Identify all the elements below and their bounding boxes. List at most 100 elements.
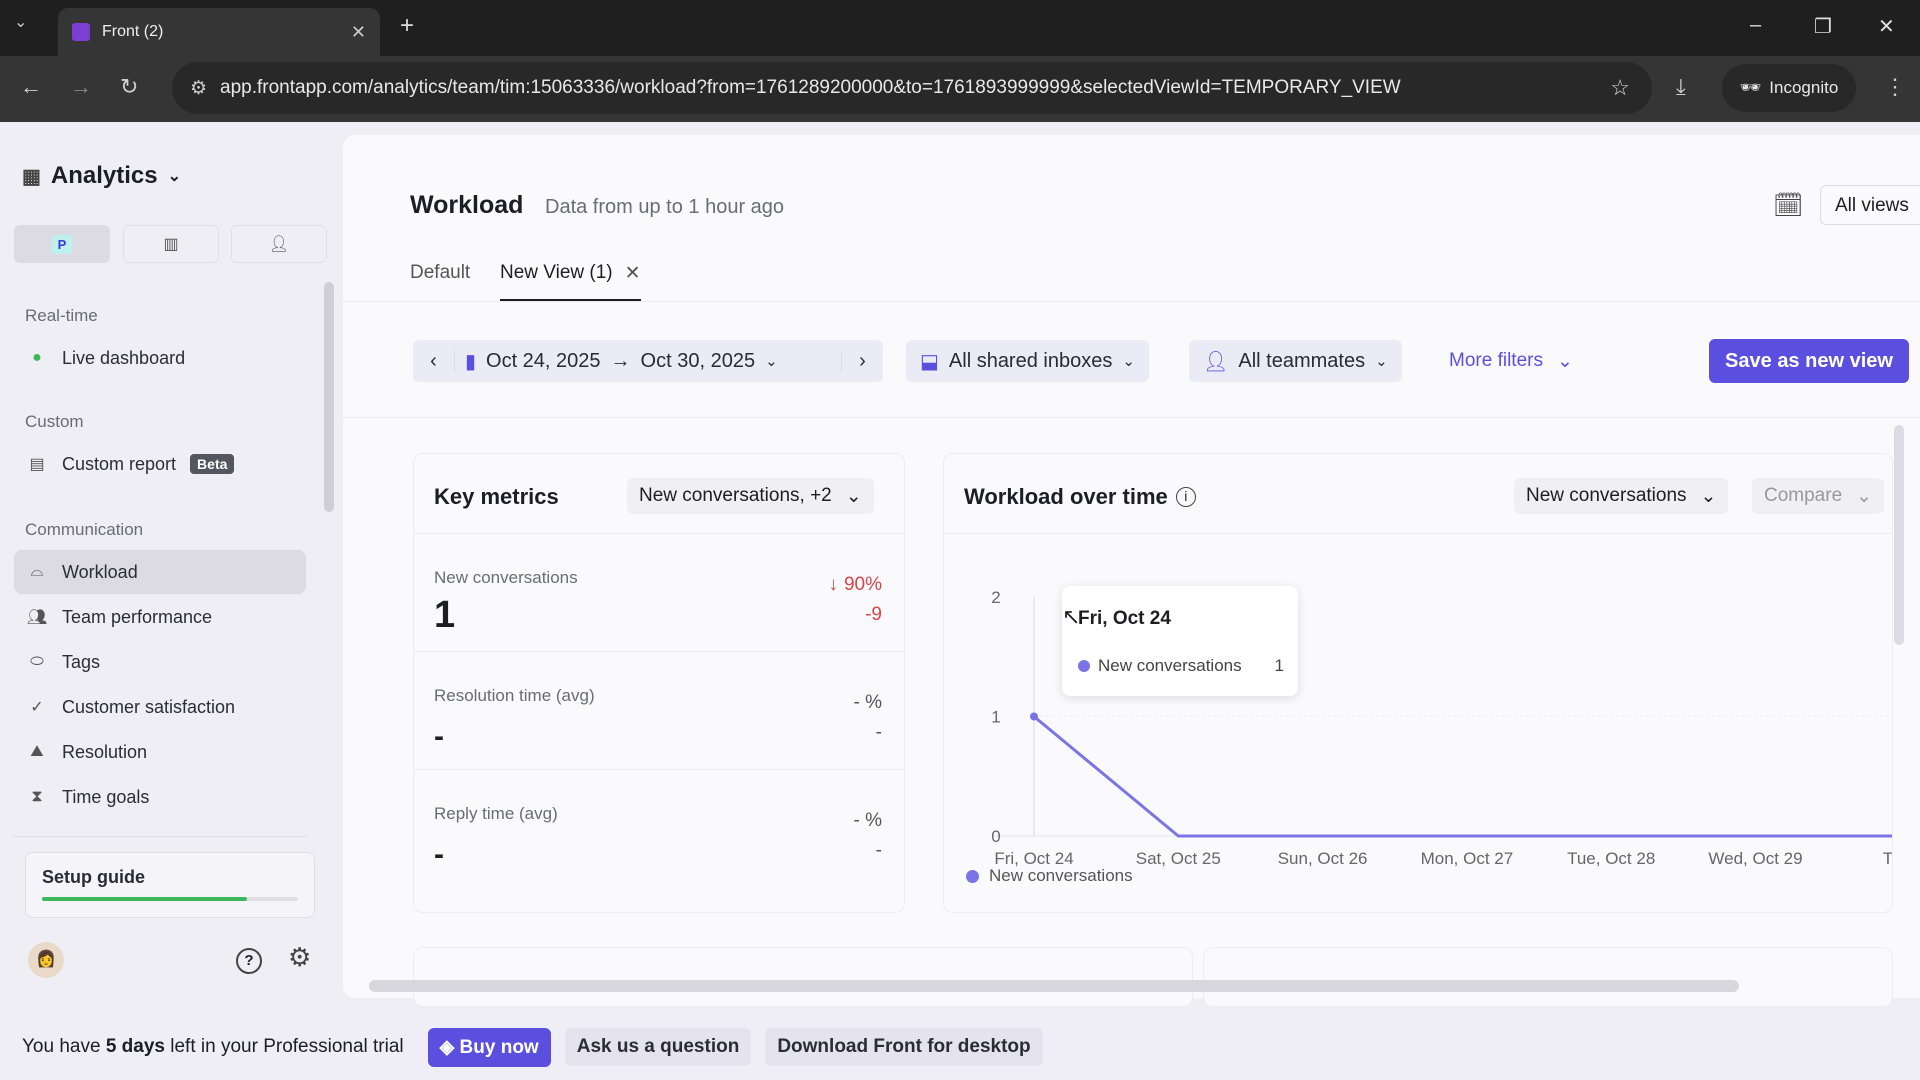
individual-view-button[interactable]: 👤︎ <box>231 225 327 263</box>
setup-guide[interactable]: Setup guide <box>25 852 315 918</box>
metric-change: - % <box>854 810 883 832</box>
grid-icon: ▦ <box>22 165 41 188</box>
save-as-new-view-button[interactable]: Save as new view <box>1709 339 1909 383</box>
buy-now-button[interactable]: ◈ Buy now <box>427 1027 551 1067</box>
item-label: Live dashboard <box>62 347 186 368</box>
series-line <box>1033 715 1892 838</box>
more-filters-button[interactable]: More filters ⌄ <box>1449 350 1573 373</box>
chevron-down-icon: ⌄ <box>1856 485 1873 507</box>
tab-list-icon[interactable]: ⌄ <box>14 12 27 32</box>
sidebar-item-tags[interactable]: ⬭ Tags <box>14 640 306 684</box>
metrics-selector[interactable]: New conversations, +2 ⌄ <box>627 478 874 514</box>
tooltip-date: Fri, Oct 24 <box>1078 608 1171 629</box>
metric-row[interactable]: Reply time (avg) - - % - <box>414 770 904 888</box>
metric-value: 1 <box>434 594 456 636</box>
browser-menu-icon[interactable]: ⋮ <box>1884 74 1906 100</box>
chevron-down-icon: ⌄ <box>1122 353 1135 370</box>
divider <box>343 417 1920 418</box>
page-subtitle: Data from up to 1 hour ago <box>545 196 785 218</box>
download-desktop-button[interactable]: Download Front for desktop <box>765 1028 1043 1066</box>
incognito-badge[interactable]: 🕶 Incognito <box>1722 64 1856 112</box>
tab-new-view[interactable]: New View (1) ✕ <box>500 262 641 302</box>
teammates-filter[interactable]: 👤︎ All teammates ⌄ <box>1189 340 1402 382</box>
item-label: Workload <box>62 561 138 582</box>
setup-progress-track <box>42 897 298 901</box>
item-label: Custom report <box>62 453 177 474</box>
main-scrollbar[interactable] <box>1894 425 1904 645</box>
sidebar-item-custom-report[interactable]: ▤ Custom report Beta <box>14 442 306 486</box>
setup-progress-fill <box>42 897 247 901</box>
help-icon[interactable]: ? <box>236 948 262 974</box>
download-icon[interactable]: ⤓ <box>1676 74 1686 100</box>
prev-period-icon[interactable]: ‹ <box>413 349 455 373</box>
section-communication: Communication <box>25 520 144 539</box>
analytics-menu[interactable]: ▦ Analytics ⌄ <box>22 162 181 190</box>
metric-change-value: 90% <box>843 574 882 595</box>
sidebar-item-team-performance[interactable]: 👥︎ Team performance <box>14 595 306 639</box>
metric-delta: -9 <box>865 604 882 625</box>
divider <box>343 301 1920 302</box>
forward-icon[interactable]: → <box>70 74 92 100</box>
building-icon: ▥ <box>163 236 179 253</box>
calendar-icon: ▮ <box>465 350 477 373</box>
sidebar-item-time-goals[interactable]: ⧗ Time goals <box>14 775 306 819</box>
inbox-filter-label: All shared inboxes <box>948 349 1113 372</box>
info-icon[interactable]: i <box>1175 487 1196 507</box>
close-tab-icon[interactable]: ✕ <box>351 22 366 43</box>
company-view-button[interactable]: ▥ <box>123 225 219 263</box>
date-range-picker[interactable]: ‹ ▮ Oct 24, 2025 → Oct 30, 2025 ⌄ › <box>413 340 883 382</box>
url-text: app.frontapp.com/analytics/team/tim:1506… <box>220 77 1401 98</box>
live-dot-icon: ● <box>32 349 42 366</box>
metric-change-value: - % <box>853 810 883 831</box>
inbox-filter[interactable]: ⬓ All shared inboxes ⌄ <box>906 340 1149 382</box>
browser-tab[interactable]: Front (2) ✕ <box>58 8 380 56</box>
url-bar[interactable]: ⚙ app.frontapp.com/analytics/team/tim:150… <box>172 62 1652 114</box>
arrow-down-icon: ↓ <box>828 574 838 595</box>
site-info-icon[interactable]: ⚙ <box>190 77 207 100</box>
resolution-icon: ⛰ <box>30 743 44 760</box>
minimize-icon[interactable]: – <box>1750 14 1761 37</box>
close-window-icon[interactable]: ✕ <box>1878 14 1895 39</box>
chevron-down-icon: ⌄ <box>1375 353 1388 370</box>
horizontal-scrollbar[interactable] <box>369 980 1739 992</box>
chart-tooltip: Fri, Oct 24 New conversations 1 <box>1062 586 1298 696</box>
sidebar-item-resolution[interactable]: ⛰ Resolution <box>14 730 306 774</box>
chart-legend-item[interactable]: New conversations <box>966 866 1133 886</box>
layout-icon: ▤ <box>29 456 45 473</box>
chevron-down-icon: ⌄ <box>845 485 862 507</box>
teammates-filter-label: All teammates <box>1238 349 1366 372</box>
next-period-icon[interactable]: › <box>841 349 883 373</box>
metric-row[interactable]: New conversations 1 ↓ 90% -9 <box>414 534 904 652</box>
settings-gear-icon[interactable]: ⚙ <box>288 942 311 973</box>
tooltip-series: New conversations <box>1098 656 1242 675</box>
chevron-down-icon: ⌄ <box>1556 351 1573 372</box>
metric-select-label: New conversations <box>1526 485 1687 506</box>
metric-row[interactable]: Resolution time (avg) - - % - <box>414 652 904 770</box>
section-custom: Custom <box>25 412 84 431</box>
workload-over-time-card: Workload over time i New conversations ⌄ C… <box>943 453 1893 913</box>
page-title: Workload <box>410 191 524 219</box>
tag-icon: ⬭ <box>30 653 44 670</box>
sidebar-item-workload[interactable]: ⌓ Workload <box>14 550 306 594</box>
sidebar-scrollbar[interactable] <box>324 282 334 512</box>
avatar[interactable]: 👩 <box>28 942 64 978</box>
tab-default[interactable]: Default <box>410 262 470 284</box>
close-view-icon[interactable]: ✕ <box>625 262 641 285</box>
legend-dot-icon <box>966 869 979 883</box>
sidebar-item-customer-satisfaction[interactable]: ✓ Customer satisfaction <box>14 685 306 729</box>
workspace-switch-personal[interactable]: P <box>14 225 110 263</box>
new-tab-icon[interactable]: + <box>400 12 414 40</box>
metric-label: New conversations <box>434 568 578 587</box>
compare-select[interactable]: Compare ⌄ <box>1752 478 1885 514</box>
data-point <box>1030 712 1038 721</box>
back-icon[interactable]: ← <box>20 74 42 100</box>
sidebar-item-live-dashboard[interactable]: ● Live dashboard <box>14 336 306 380</box>
ask-question-button[interactable]: Ask us a question <box>564 1028 752 1066</box>
reload-icon[interactable]: ↻ <box>120 74 138 100</box>
tab-title: Front (2) <box>102 23 164 40</box>
restore-icon[interactable]: ❐ <box>1814 14 1832 39</box>
schedule-report-icon[interactable]: 🗓︎ <box>1773 191 1803 220</box>
bookmark-star-icon[interactable]: ☆ <box>1610 75 1630 101</box>
all-views-button[interactable]: All views <box>1820 185 1920 225</box>
metric-select[interactable]: New conversations ⌄ <box>1514 478 1729 514</box>
